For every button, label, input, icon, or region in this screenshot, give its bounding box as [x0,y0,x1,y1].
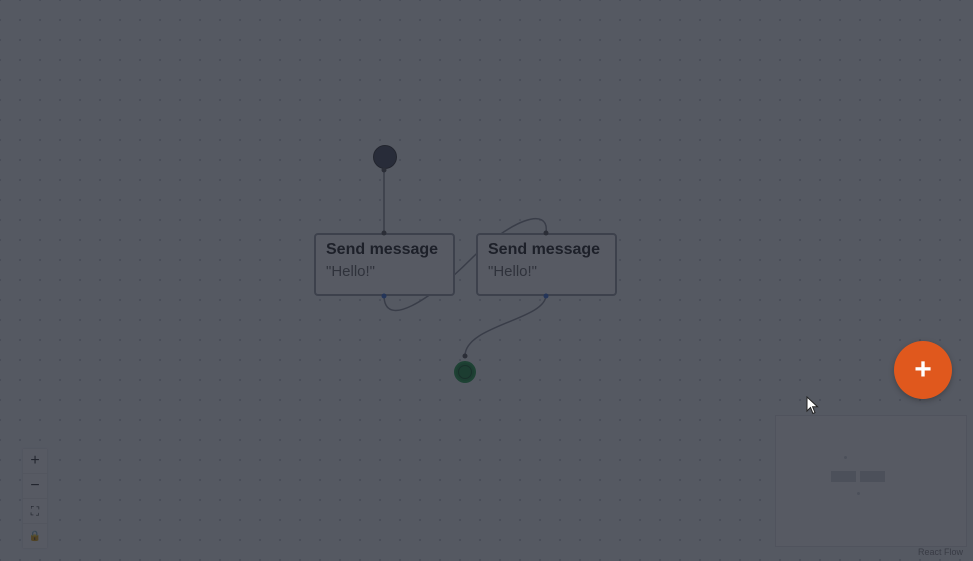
send-message-node-2[interactable]: Send message "Hello!" [476,233,617,296]
node-message: "Hello!" [488,263,537,280]
minimap[interactable] [775,415,967,547]
lock-button[interactable]: 🔒 [23,524,47,548]
minimap-node-2 [860,471,885,482]
node-2-source-handle[interactable] [543,293,549,299]
add-node-button[interactable]: + [894,341,952,399]
zoom-in-button[interactable]: + [23,449,47,474]
node-message: "Hello!" [326,263,375,280]
flow-canvas[interactable]: Send message "Hello!" Send message "Hell… [0,0,973,561]
react-flow-attribution[interactable]: React Flow [918,547,963,557]
node-1-source-handle[interactable] [381,293,387,299]
node-2-target-handle[interactable] [543,230,549,236]
minimap-start-node [844,456,847,459]
minimap-node-1 [831,471,856,482]
end-node-ring [458,365,472,379]
drag-count-label: 1 [478,263,495,296]
start-node[interactable] [373,145,397,169]
node-title: Send message [488,241,601,258]
end-node-target-handle[interactable] [462,353,468,359]
node-title: Send message [326,241,439,258]
minimap-end-node [857,492,860,495]
fit-view-button[interactable]: ⛶ [23,499,47,524]
start-node-source-handle[interactable] [381,167,387,173]
send-message-node-1[interactable]: Send message "Hello!" [314,233,455,296]
mouse-cursor-icon [806,396,819,415]
edge-node-2-to-end [464,294,547,357]
flow-controls: + − ⛶ 🔒 [23,449,47,548]
end-node[interactable] [454,361,476,383]
node-1-target-handle[interactable] [381,230,387,236]
zoom-out-button[interactable]: − [23,474,47,499]
